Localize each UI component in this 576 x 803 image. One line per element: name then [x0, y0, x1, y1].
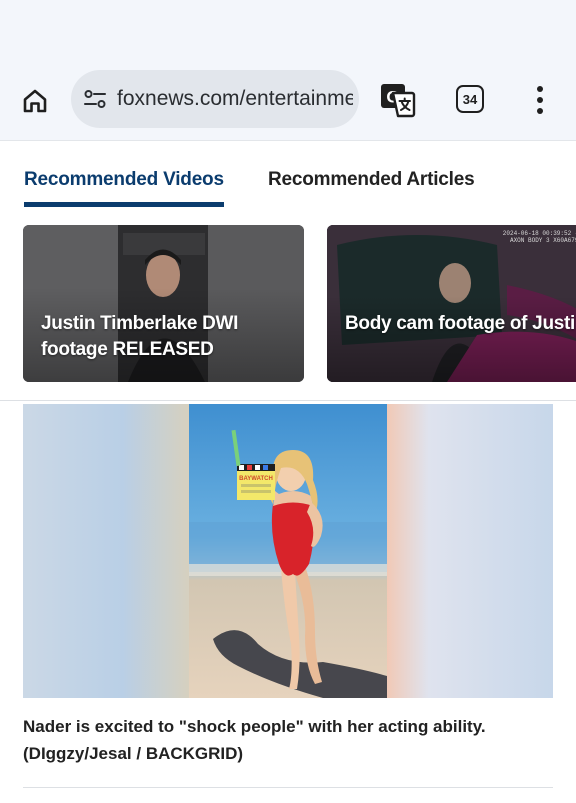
- video-overlay: [327, 225, 576, 382]
- article-image[interactable]: BAYWATCH: [23, 404, 553, 698]
- address-bar[interactable]: foxnews.com/entertainme: [71, 70, 359, 128]
- caption-text: Nader is excited to "shock people" with …: [23, 717, 486, 736]
- translate-icon: G: [381, 84, 416, 118]
- browser-toolbar: foxnews.com/entertainme G 34: [0, 58, 576, 141]
- video-title[interactable]: Body cam footage of Justi Timberlake's a…: [345, 311, 576, 337]
- article-photo: BAYWATCH: [23, 404, 553, 698]
- clapperboard-text: BAYWATCH: [239, 476, 273, 482]
- menu-dot: [537, 108, 543, 114]
- photo-credit: (DIggzy/Jesal / BACKGRID): [23, 744, 244, 763]
- tab-count: 34: [462, 91, 478, 107]
- section-divider: [0, 400, 576, 401]
- image-caption: Nader is excited to "shock people" with …: [23, 713, 553, 767]
- active-tab-indicator: [24, 202, 224, 207]
- home-button[interactable]: [18, 84, 52, 118]
- url-text[interactable]: foxnews.com/entertainme: [117, 87, 353, 111]
- menu-dot: [537, 86, 543, 92]
- tab-recommended-videos[interactable]: Recommended Videos: [24, 169, 224, 191]
- more-menu-button[interactable]: [532, 84, 548, 116]
- translate-button[interactable]: G: [379, 81, 417, 119]
- home-icon: [23, 89, 47, 113]
- video-card[interactable]: 2024-06-18 00:39:52 -0 AXON BODY 3 X60A6…: [327, 225, 576, 382]
- tab-switcher-button[interactable]: 34: [456, 85, 484, 113]
- site-settings-icon[interactable]: [81, 85, 109, 113]
- tab-recommended-articles[interactable]: Recommended Articles: [268, 169, 475, 191]
- status-bar: [0, 0, 576, 58]
- caption-divider: [23, 787, 553, 788]
- video-card[interactable]: Justin Timberlake DWI footage RELEASED: [23, 225, 304, 382]
- recommendation-tabs: Recommended Videos Recommended Articles: [0, 141, 576, 209]
- video-title[interactable]: Justin Timberlake DWI footage RELEASED: [41, 311, 296, 363]
- menu-dot: [537, 97, 543, 103]
